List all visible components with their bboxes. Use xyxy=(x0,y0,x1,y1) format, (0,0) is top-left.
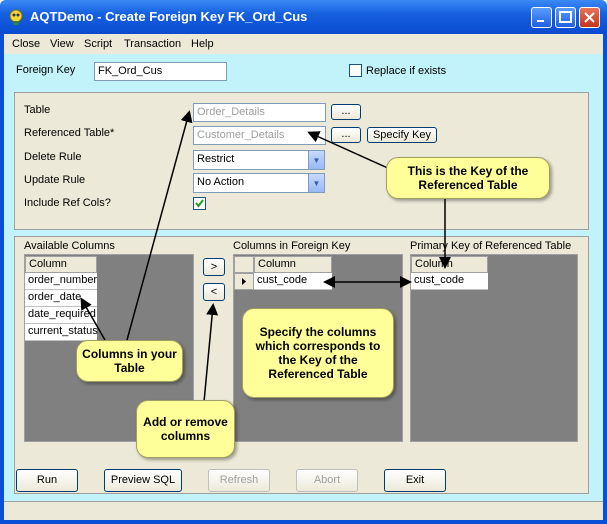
update-rule-select[interactable]: No Action xyxy=(193,173,325,193)
delete-rule-select[interactable]: Restrict xyxy=(193,150,325,170)
callout-addremove: Add or remove columns xyxy=(136,400,235,458)
add-column-button[interactable]: > xyxy=(203,258,225,276)
minimize-button[interactable] xyxy=(531,7,552,28)
refresh-button[interactable]: Refresh xyxy=(208,469,270,492)
chevron-down-icon[interactable]: ▼ xyxy=(308,151,324,169)
preview-sql-button[interactable]: Preview SQL xyxy=(104,469,182,492)
fk-header: Column xyxy=(254,256,332,273)
update-rule-value: No Action xyxy=(197,176,245,188)
list-item[interactable]: date_required xyxy=(25,307,97,324)
delete-rule-value: Restrict xyxy=(197,153,235,165)
include-ref-label: Include Ref Cols? xyxy=(24,197,111,209)
chevron-down-icon[interactable]: ▼ xyxy=(308,174,324,192)
available-columns-title: Available Columns xyxy=(24,240,115,252)
maximize-button[interactable] xyxy=(555,7,576,28)
table-row[interactable]: cust_code xyxy=(411,273,488,290)
pk-columns-title: Primary Key of Referenced Table xyxy=(410,240,572,252)
menu-close[interactable]: Close xyxy=(12,38,40,50)
checkmark-icon xyxy=(195,199,204,208)
table-row[interactable]: cust_code xyxy=(254,273,332,290)
ref-table-browse-button[interactable]: ... xyxy=(331,127,361,143)
remove-column-button[interactable]: < xyxy=(203,283,225,301)
table-label: Table xyxy=(24,104,51,116)
window-title: AQTDemo - Create Foreign Key FK_Ord_Cus xyxy=(30,9,308,24)
app-icon xyxy=(8,9,24,25)
list-item[interactable]: order_number xyxy=(25,273,97,290)
delete-rule-label: Delete Rule xyxy=(24,151,82,163)
replace-label: Replace if exists xyxy=(366,65,447,77)
specify-key-button[interactable]: Specify Key xyxy=(367,127,437,143)
callout-specify: Specify the columns which corresponds to… xyxy=(242,308,394,398)
include-ref-checkbox[interactable] xyxy=(193,197,206,210)
fk-row-header xyxy=(234,256,254,273)
abort-button[interactable]: Abort xyxy=(296,469,358,492)
table-browse-button[interactable]: ... xyxy=(331,104,361,120)
run-button[interactable]: Run xyxy=(16,469,78,492)
foreign-key-label: Foreign Key xyxy=(16,64,76,76)
callout-columns: Columns in your Table xyxy=(76,340,183,382)
foreign-key-input[interactable]: FK_Ord_Cus xyxy=(94,62,227,81)
callout-key: This is the Key of the Referenced Table xyxy=(386,157,550,199)
pk-header: Column xyxy=(411,256,488,273)
minimize-icon xyxy=(537,20,544,22)
menu-help[interactable]: Help xyxy=(191,38,214,50)
ref-table-input[interactable]: Customer_Details xyxy=(193,126,326,145)
maximize-icon xyxy=(559,11,572,23)
close-button[interactable] xyxy=(579,7,600,28)
list-item[interactable]: current_status xyxy=(25,324,98,341)
menu-transaction[interactable]: Transaction xyxy=(124,38,181,50)
list-item[interactable]: order_date xyxy=(25,290,97,307)
close-icon xyxy=(584,12,595,23)
menu-script[interactable]: Script xyxy=(84,38,112,50)
ref-table-label: Referenced Table* xyxy=(24,127,115,139)
update-rule-label: Update Rule xyxy=(24,174,86,186)
available-header: Column xyxy=(25,256,97,273)
table-input[interactable]: Order_Details xyxy=(193,103,326,122)
menu-view[interactable]: View xyxy=(50,38,74,50)
status-bar xyxy=(4,501,603,520)
fk-columns-title: Columns in Foreign Key xyxy=(233,240,351,252)
row-selector-icon xyxy=(234,273,254,290)
exit-button[interactable]: Exit xyxy=(384,469,446,492)
replace-checkbox[interactable] xyxy=(349,64,362,77)
